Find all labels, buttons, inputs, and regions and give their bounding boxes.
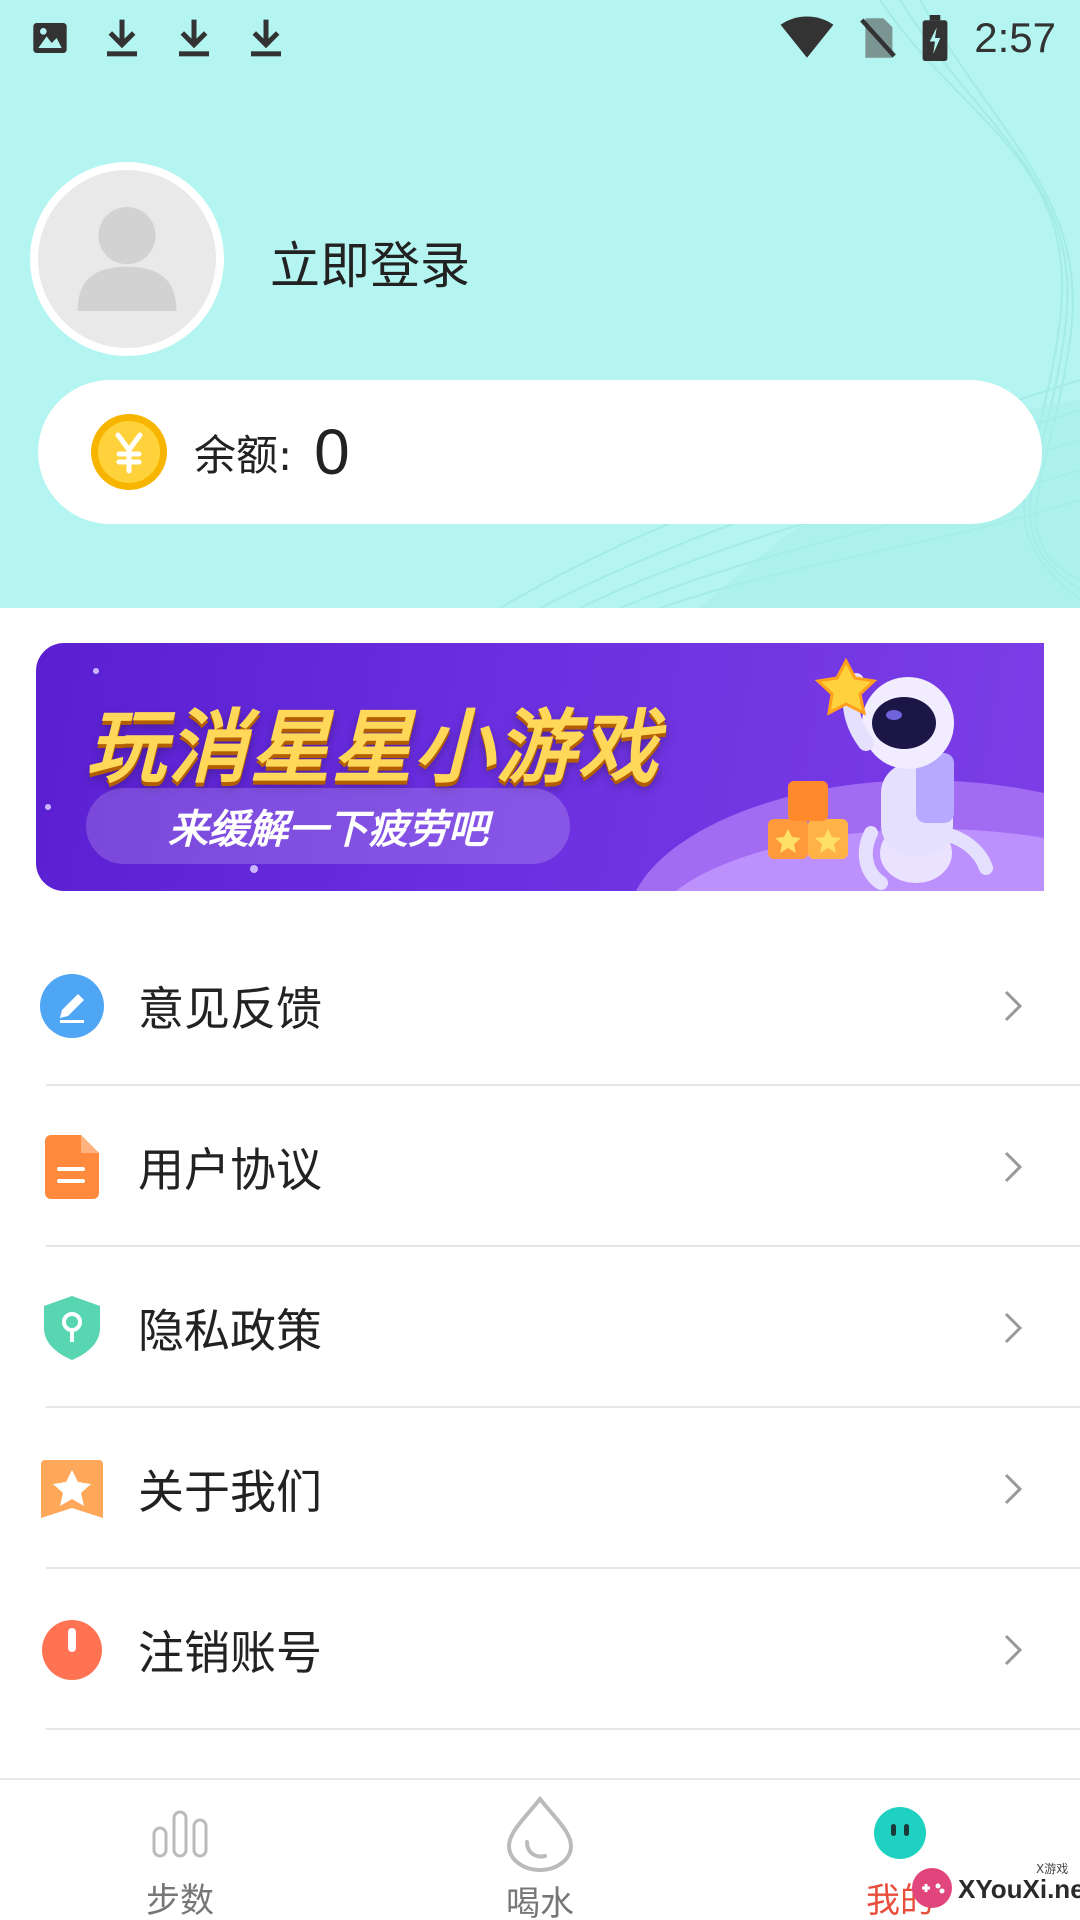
balance-value: 0 [314, 416, 350, 488]
tab-water[interactable]: 喝水 [420, 1780, 660, 1920]
user-placeholder-icon [77, 207, 177, 311]
status-time: 2:57 [974, 14, 1056, 61]
menu-item-delete-account[interactable]: 注销账号 [0, 1569, 1080, 1730]
profile-header: 2:57 立即登录 余额: 0 [0, 0, 1080, 608]
water-drop-icon [505, 1796, 575, 1872]
tab-label: 步数 [146, 1881, 214, 1920]
menu-item-label: 注销账号 [138, 1625, 322, 1680]
game-banner[interactable]: 玩消星星小游戏 来缓解一下疲劳吧 [36, 643, 1044, 891]
status-bar: 2:57 [0, 0, 1080, 76]
chevron-right-icon [998, 1308, 1028, 1348]
watermark: X游戏 XYouXi.net [908, 1862, 1080, 1916]
chevron-right-icon [998, 1469, 1028, 1509]
menu-item-about-us[interactable]: 关于我们 [0, 1408, 1080, 1569]
banner-subtitle: 来缓解一下疲劳吧 [168, 807, 488, 853]
menu-item-privacy-policy[interactable]: 隐私政策 [0, 1247, 1080, 1408]
download-icon [246, 16, 286, 60]
menu-item-label: 关于我们 [138, 1464, 322, 1519]
battery-charging-icon [922, 15, 948, 61]
menu-item-label: 意见反馈 [138, 981, 322, 1036]
menu-item-label: 隐私政策 [138, 1303, 322, 1358]
divider [46, 1728, 1080, 1730]
tab-label: 喝水 [506, 1884, 574, 1920]
edit-pencil-icon [40, 973, 104, 1038]
login-button[interactable]: 立即登录 [270, 226, 470, 298]
yuan-coin-icon [90, 413, 168, 491]
banner-title: 玩消星星小游戏 [86, 701, 660, 794]
power-icon [40, 1618, 104, 1682]
balance-card: 余额: 0 [38, 380, 1042, 524]
chevron-right-icon [998, 1147, 1028, 1187]
menu-item-user-agreement[interactable]: 用户协议 [0, 1086, 1080, 1247]
watermark-text: XYouXi.net [958, 1873, 1080, 1904]
chevron-right-icon [998, 986, 1028, 1026]
tab-steps[interactable]: 步数 [60, 1780, 300, 1920]
chevron-right-icon [998, 1630, 1028, 1670]
bar-chart-icon [152, 1798, 208, 1867]
avatar[interactable] [30, 162, 224, 356]
settings-menu: 意见反馈 用户协议 隐私政策 关于我们 注销账号 [0, 925, 1080, 1730]
menu-item-label: 用户协议 [138, 1142, 322, 1197]
document-icon [40, 1134, 104, 1199]
gamepad-logo-icon [912, 1868, 952, 1908]
star-ribbon-icon [40, 1457, 104, 1521]
shield-icon [40, 1295, 104, 1360]
no-sim-icon [860, 16, 897, 60]
watermark-small-text: X游戏 [1036, 1862, 1069, 1876]
banner-subtitle-pill: 来缓解一下疲劳吧 [86, 788, 570, 864]
image-icon [30, 18, 70, 58]
download-icon [102, 16, 142, 60]
download-icon [174, 16, 214, 60]
wifi-icon [780, 16, 834, 60]
balance-label: 余额: [194, 430, 293, 480]
face-icon [874, 1798, 926, 1867]
screen: 2:57 立即登录 余额: 0 玩消星星小游戏 来缓解一下疲劳吧 意见反馈 用户… [0, 0, 1080, 1920]
menu-item-feedback[interactable]: 意见反馈 [0, 925, 1080, 1086]
